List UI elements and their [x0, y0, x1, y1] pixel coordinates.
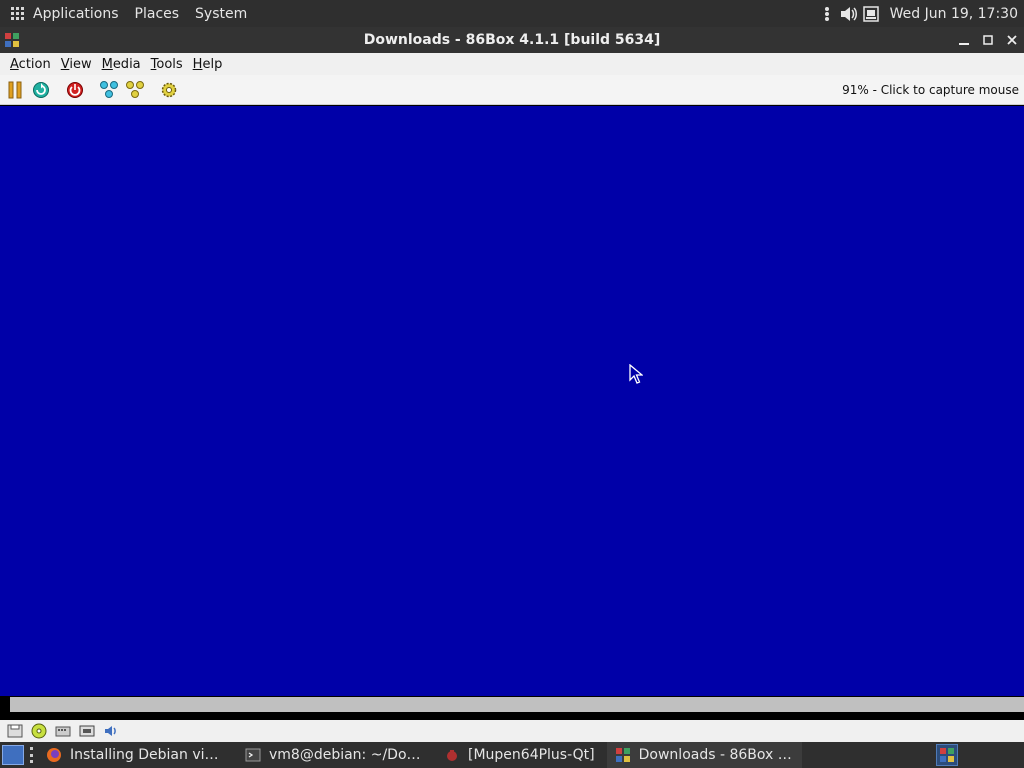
task-86box[interactable]: Downloads - 86Box 4.... [606, 742, 802, 768]
menu-media-mnemonic: M [101, 56, 113, 72]
task-label: Installing Debian via t... [70, 747, 225, 763]
menu-help-label: elp [202, 56, 223, 72]
taskbar-handle-icon[interactable] [30, 747, 34, 763]
86box-app-icon[interactable] [4, 32, 20, 48]
apps-grid-icon[interactable] [11, 6, 25, 21]
show-desktop-button[interactable] [2, 745, 24, 765]
menu-tools-label: ools [156, 56, 183, 72]
panel-menu-system[interactable]: System [187, 0, 255, 27]
close-button[interactable] [1000, 29, 1024, 51]
statusbar [0, 720, 1024, 742]
panel-menu: Applications Places System [0, 0, 255, 27]
menu-help-mnemonic: H [192, 56, 203, 72]
taskbar: Installing Debian via t... vm8@debian: ~… [0, 742, 1024, 768]
settings-button[interactable] [158, 79, 180, 101]
floppy-drive-icon[interactable] [6, 722, 24, 740]
ctrl-alt-del-button[interactable] [98, 79, 120, 101]
sound-card-icon[interactable] [102, 722, 120, 740]
maximize-button[interactable] [976, 29, 1000, 51]
hard-disk-icon[interactable] [54, 722, 72, 740]
panel-menu-places[interactable]: Places [127, 0, 188, 27]
task-terminal[interactable]: vm8@debian: ~/Dow... [237, 742, 432, 768]
task-firefox[interactable]: Installing Debian via t... [38, 742, 233, 768]
window-title: Downloads - 86Box 4.1.1 [build 5634] [363, 32, 661, 48]
panel-clock[interactable]: Wed Jun 19, 17:30 [890, 6, 1018, 22]
system-tray: Wed Jun 19, 17:30 [816, 0, 1024, 27]
menu-view-label: iew [69, 56, 92, 72]
menu-view[interactable]: View [56, 57, 97, 72]
volume-icon[interactable] [840, 6, 858, 22]
menubar: Action View Media Tools Help [0, 53, 1024, 75]
mouse-cursor-icon [629, 363, 644, 384]
menu-action[interactable]: Action [0, 57, 56, 72]
menu-tools[interactable]: Tools [146, 57, 188, 72]
firefox-icon [46, 747, 62, 763]
menu-media[interactable]: Media [97, 57, 146, 72]
panel-menu-applications[interactable]: Applications [25, 0, 127, 27]
toolbar: 91% - Click to capture mouse [0, 75, 1024, 105]
window-controls [952, 27, 1024, 53]
power-button[interactable] [64, 79, 86, 101]
horizontal-scrollbar[interactable] [0, 696, 1024, 713]
top-panel: Applications Places System Wed Jun 19, 1… [0, 0, 1024, 27]
minimize-button[interactable] [952, 29, 976, 51]
task-label: vm8@debian: ~/Dow... [269, 747, 424, 763]
task-label: Downloads - 86Box 4.... [638, 747, 794, 763]
network-icon[interactable] [862, 5, 880, 22]
menu-help[interactable]: Help [188, 57, 228, 72]
display-adapter-icon[interactable] [78, 722, 96, 740]
tray-86box-icon[interactable] [936, 744, 958, 766]
86box-icon [615, 747, 631, 763]
status-text[interactable]: 91% - Click to capture mouse [842, 83, 1024, 97]
menu-media-label: edia [112, 56, 141, 72]
cdrom-drive-icon[interactable] [30, 722, 48, 740]
scrollbar-track[interactable] [10, 697, 1024, 712]
pause-button[interactable] [4, 79, 26, 101]
task-label: [Mupen64Plus-Qt] [468, 747, 595, 763]
mupen-icon [444, 747, 460, 763]
ctrl-alt-esc-button[interactable] [124, 79, 146, 101]
menu-action-label: ction [18, 56, 51, 72]
dots-icon[interactable] [818, 6, 836, 22]
emulator-screen[interactable] [0, 106, 1024, 696]
screen-border [0, 713, 1024, 720]
reset-button[interactable] [30, 79, 52, 101]
task-mupen[interactable]: [Mupen64Plus-Qt] [436, 742, 603, 768]
terminal-icon [245, 747, 261, 763]
window-titlebar[interactable]: Downloads - 86Box 4.1.1 [build 5634] [0, 27, 1024, 53]
menu-action-mnemonic: A [10, 56, 19, 72]
